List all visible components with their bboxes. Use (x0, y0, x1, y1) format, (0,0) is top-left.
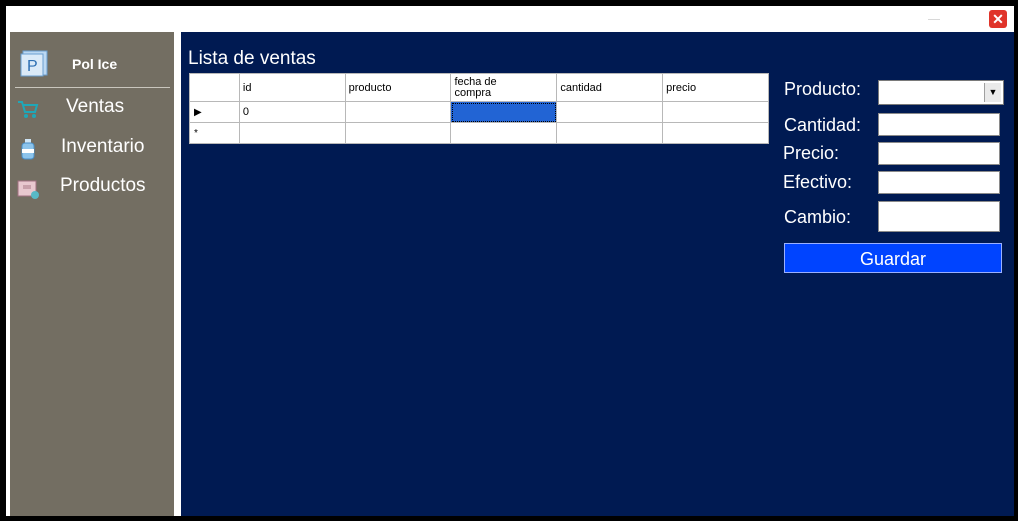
table-cell[interactable]: 0 (238, 101, 346, 123)
close-button[interactable]: ✕ (989, 10, 1007, 28)
table-cell[interactable] (238, 122, 346, 144)
sidebar-item-productos[interactable]: Productos (10, 171, 174, 203)
precio-label: Precio: (783, 143, 840, 163)
precio-field[interactable] (878, 142, 1000, 165)
dropdown-arrow-icon[interactable]: ▼ (984, 83, 1001, 102)
sidebar-divider (15, 87, 170, 88)
sidebar-item-ventas[interactable]: Ventas (10, 92, 174, 124)
table-row[interactable]: ▶ 0 (189, 101, 769, 123)
sales-table: id producto fecha de compra cantidad pre… (189, 73, 769, 144)
column-header[interactable]: precio (662, 73, 769, 102)
bottle-icon (21, 139, 35, 160)
sidebar-item-label: Productos (60, 175, 146, 196)
minimize-button[interactable] (928, 19, 940, 20)
sidebar: P Pol Ice Ventas Inventario Productos (10, 32, 174, 516)
main-panel: Lista de ventas id producto fecha de com… (181, 32, 1014, 516)
table-cell-selected[interactable] (450, 101, 558, 123)
efectivo-field[interactable] (878, 171, 1000, 194)
column-header[interactable]: fecha de compra (450, 73, 558, 102)
table-row-new[interactable]: * (189, 122, 769, 144)
table-header-row: id producto fecha de compra cantidad pre… (189, 73, 769, 102)
row-new-marker[interactable]: * (189, 122, 240, 144)
table-cell[interactable] (556, 101, 664, 123)
cambio-field[interactable] (878, 201, 1000, 232)
table-cell[interactable] (344, 122, 452, 144)
cantidad-label: Cantidad: (784, 115, 862, 135)
table-cell[interactable] (662, 101, 769, 123)
efectivo-label: Efectivo: (783, 172, 853, 192)
sidebar-item-label: Inventario (61, 136, 145, 157)
cart-icon (18, 101, 39, 118)
row-header-corner (189, 73, 240, 102)
table-cell[interactable] (556, 122, 664, 144)
producto-label: Producto: (784, 79, 862, 99)
table-cell[interactable] (344, 101, 452, 123)
app-window: ✕ P Pol Ice Ventas Inventario Productos … (6, 6, 1014, 516)
page-title: Lista de ventas (188, 48, 316, 69)
column-header[interactable]: producto (344, 73, 452, 102)
save-button[interactable]: Guardar (784, 243, 1002, 273)
producto-select[interactable]: ▼ (878, 80, 1004, 105)
brand-name: Pol Ice (72, 56, 118, 72)
box-icon (17, 180, 39, 199)
logo-letter: P (27, 58, 38, 75)
row-current-marker[interactable]: ▶ (189, 101, 240, 123)
table-cell[interactable] (662, 122, 769, 144)
column-header[interactable]: id (238, 73, 346, 102)
column-header[interactable]: cantidad (556, 73, 664, 102)
title-bar: ✕ (6, 6, 1014, 32)
logo-icon: P (20, 50, 48, 77)
column-header-label: fecha de compra (454, 75, 497, 99)
sidebar-item-inventario[interactable]: Inventario (10, 132, 174, 164)
close-icon: ✕ (992, 11, 1004, 27)
sidebar-item-label: Ventas (66, 96, 125, 117)
table-cell[interactable] (450, 122, 558, 144)
cambio-label: Cambio: (784, 207, 852, 227)
cantidad-field[interactable] (878, 113, 1000, 136)
